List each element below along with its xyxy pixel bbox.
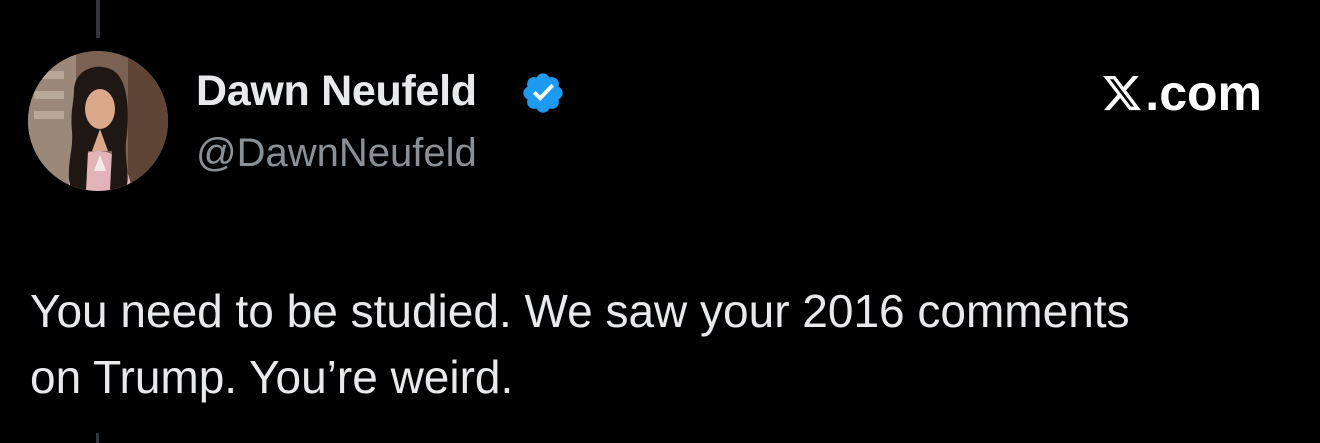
x-logo-icon xyxy=(1103,75,1142,111)
avatar-photo xyxy=(28,51,168,191)
brand-logo: .com xyxy=(1101,68,1262,118)
thread-connector-line-bottom xyxy=(96,433,99,443)
thread-connector-line xyxy=(96,0,100,38)
tweet-text: You need to be studied. We saw your 2016… xyxy=(30,285,1130,403)
author-avatar[interactable] xyxy=(28,51,168,191)
brand-suffix: .com xyxy=(1145,65,1262,121)
verified-badge-icon xyxy=(523,73,563,113)
author-name[interactable]: Dawn Neufeld xyxy=(196,70,477,113)
author-handle[interactable]: @DawnNeufeld xyxy=(196,133,477,173)
